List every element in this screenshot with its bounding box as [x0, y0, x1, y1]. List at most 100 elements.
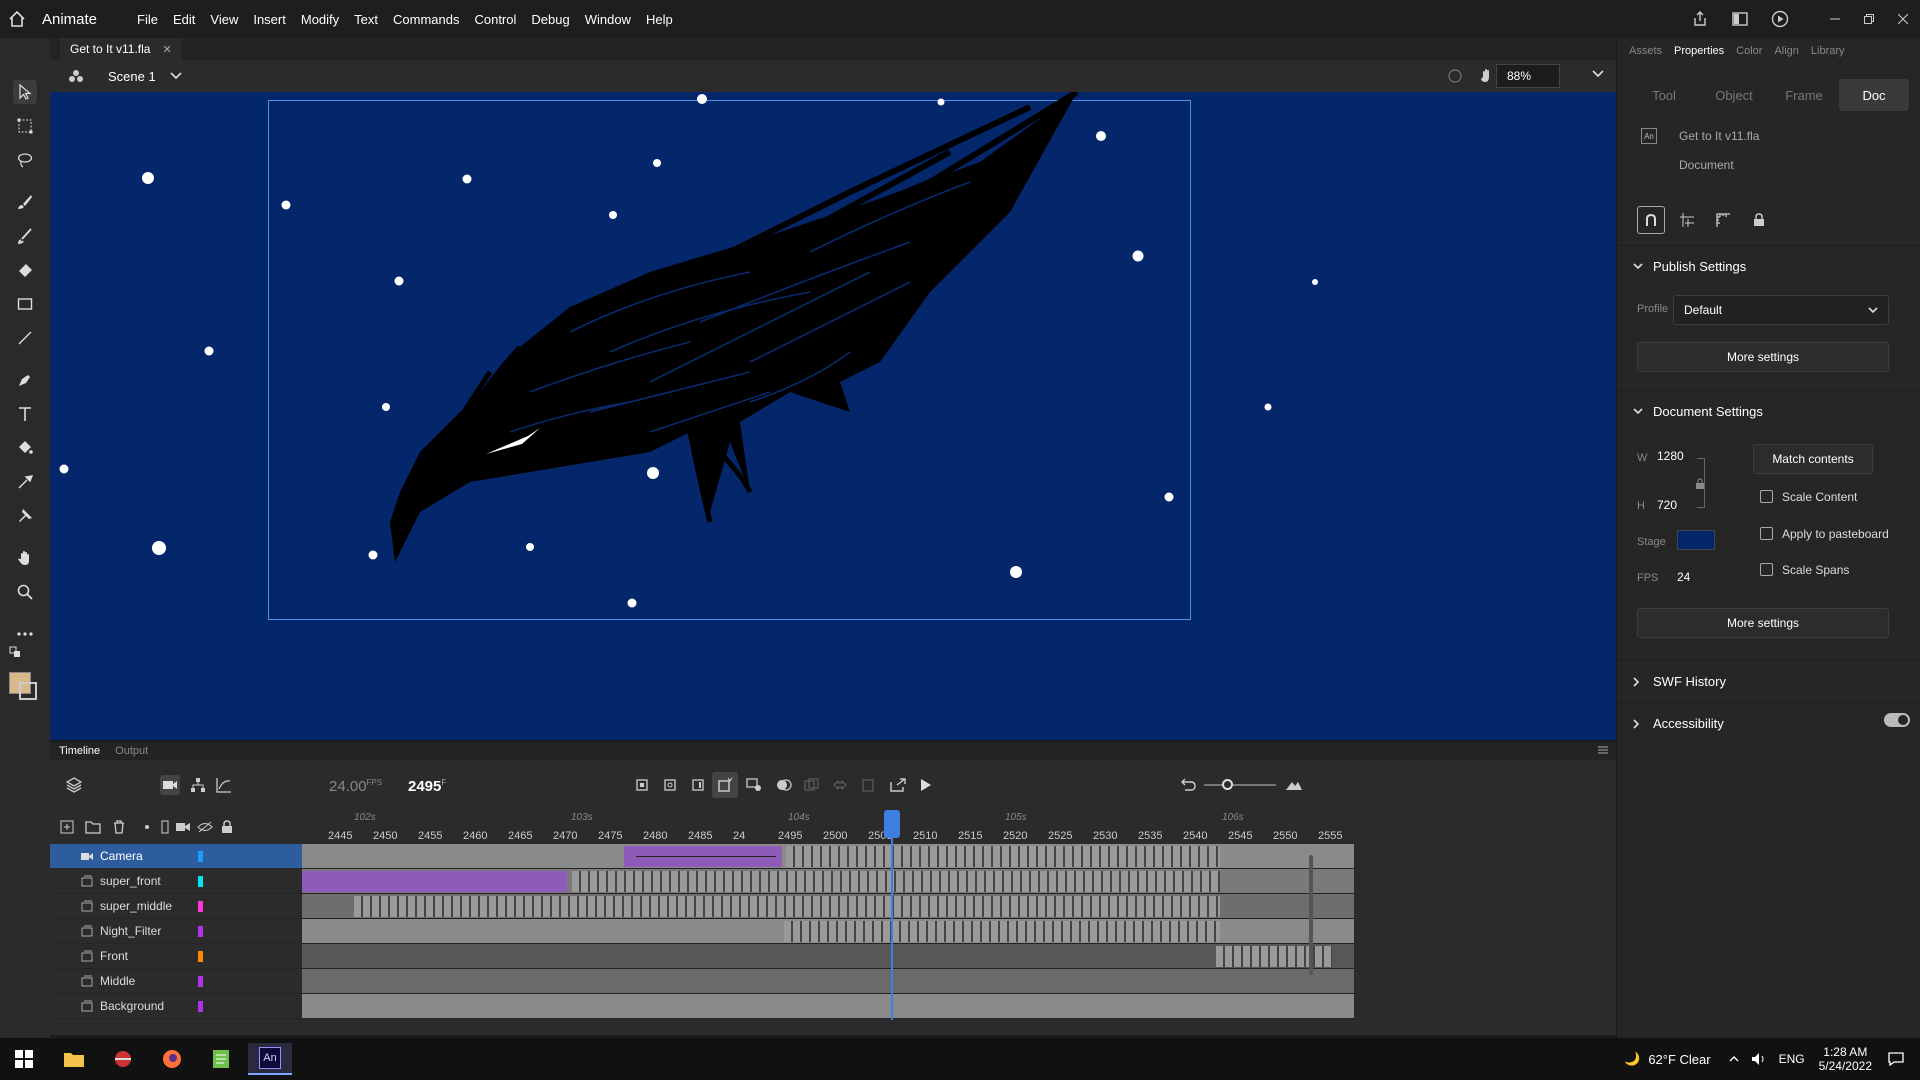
tab-properties[interactable]: Properties	[1674, 45, 1724, 57]
panel-menu-button[interactable]	[1598, 746, 1608, 754]
share-button[interactable]	[1680, 0, 1720, 38]
close-window-button[interactable]	[1886, 0, 1920, 38]
brush-tool[interactable]	[13, 224, 37, 248]
selection-tool[interactable]	[13, 80, 37, 104]
layer-background[interactable]: Background	[50, 994, 302, 1019]
create-tween-button[interactable]	[744, 775, 764, 795]
fit-timeline-button[interactable]	[1284, 775, 1304, 795]
outline-layers-toggle[interactable]	[156, 818, 174, 836]
paste-button[interactable]	[858, 775, 878, 795]
layer-color[interactable]	[198, 900, 203, 912]
line-tool[interactable]	[13, 326, 37, 350]
apply-pasteboard-checkbox[interactable]	[1760, 527, 1773, 540]
frames-background[interactable]	[302, 994, 1354, 1019]
delete-layer-button[interactable]	[110, 818, 128, 836]
clock[interactable]: 1:28 AM 5/24/2022	[1819, 1045, 1872, 1073]
highlight-layers-toggle[interactable]	[138, 818, 156, 836]
frame-span[interactable]	[1216, 946, 1332, 967]
start-button[interactable]	[2, 1043, 46, 1075]
reset-zoom-button[interactable]	[1178, 775, 1198, 795]
hide-all-layers-toggle[interactable]	[196, 818, 214, 836]
layer-color[interactable]	[198, 875, 203, 887]
scale-spans-checkbox[interactable]	[1760, 563, 1773, 576]
frames-night-filter[interactable]	[302, 919, 1354, 944]
new-folder-button[interactable]	[84, 818, 102, 836]
minimize-button[interactable]	[1818, 0, 1852, 38]
lock-guides-toggle[interactable]	[1745, 206, 1773, 234]
more-tools-button[interactable]	[13, 622, 37, 646]
accessibility-toggle[interactable]	[1884, 713, 1910, 727]
layer-color[interactable]	[198, 925, 203, 937]
menu-edit[interactable]: Edit	[173, 12, 195, 27]
document-more-settings-button[interactable]: More settings	[1637, 608, 1889, 638]
guides-toggle[interactable]	[1673, 206, 1701, 234]
pen-tool[interactable]	[13, 368, 37, 392]
menu-help[interactable]: Help	[646, 12, 673, 27]
layer-color[interactable]	[198, 950, 203, 962]
frames-super-front[interactable]	[302, 869, 1354, 894]
restore-button[interactable]	[1852, 0, 1886, 38]
fps-field[interactable]: 24	[1677, 570, 1690, 584]
tab-library[interactable]: Library	[1811, 45, 1845, 57]
timeline-zoom-slider[interactable]	[1204, 784, 1276, 786]
subtab-frame[interactable]: Frame	[1769, 79, 1839, 111]
scene-dropdown[interactable]	[170, 72, 182, 80]
clip-content-button[interactable]	[1446, 67, 1464, 85]
swf-history-header[interactable]: SWF History	[1617, 660, 1920, 702]
black-white-button[interactable]	[9, 646, 21, 658]
notepad-button[interactable]	[199, 1043, 243, 1075]
height-field[interactable]: 720	[1657, 498, 1677, 512]
rotate-stage-button[interactable]	[1478, 67, 1496, 85]
scale-content-checkbox[interactable]	[1760, 490, 1773, 503]
speaker-icon[interactable]	[1751, 1052, 1767, 1066]
subtab-object[interactable]: Object	[1699, 79, 1769, 111]
scene-name[interactable]: Scene 1	[108, 69, 156, 84]
subtab-doc[interactable]: Doc	[1839, 79, 1909, 111]
lasso-tool[interactable]	[13, 148, 37, 172]
playhead-handle[interactable]	[884, 810, 900, 838]
language-indicator[interactable]: ENG	[1779, 1052, 1805, 1066]
tween-span[interactable]	[302, 871, 567, 892]
text-tool[interactable]	[13, 402, 37, 426]
menu-commands[interactable]: Commands	[393, 12, 459, 27]
pin-tool[interactable]	[13, 504, 37, 528]
graph-editor-button[interactable]	[214, 775, 234, 795]
layer-color[interactable]	[198, 1000, 203, 1012]
rulers-toggle[interactable]	[1709, 206, 1737, 234]
layer-middle[interactable]: Middle	[50, 969, 302, 994]
zoom-field[interactable]: 88%	[1496, 64, 1560, 88]
menu-insert[interactable]: Insert	[253, 12, 286, 27]
current-frame-display[interactable]: 2495F	[408, 778, 446, 795]
timeline-zoom-thumb[interactable]	[1222, 779, 1233, 790]
layer-color[interactable]	[198, 850, 203, 862]
chevron-up-icon[interactable]	[1729, 1056, 1739, 1062]
hand-tool[interactable]	[13, 546, 37, 570]
insert-keyframe-button[interactable]	[632, 775, 652, 795]
profile-select[interactable]: Default	[1673, 295, 1889, 325]
loop-button[interactable]	[830, 775, 850, 795]
document-tab[interactable]: Get to It v11.fla ✕	[60, 38, 182, 60]
timeline-scrollbar[interactable]	[1309, 855, 1313, 975]
menu-text[interactable]: Text	[354, 12, 378, 27]
stage-pasteboard[interactable]	[50, 92, 1616, 740]
app-button[interactable]	[101, 1043, 145, 1075]
camera-toggle[interactable]	[160, 775, 180, 795]
match-contents-button[interactable]: Match contents	[1753, 444, 1873, 474]
layer-front[interactable]: Front	[50, 944, 302, 969]
eraser-tool[interactable]	[13, 258, 37, 282]
layer-camera[interactable]: Camera	[50, 844, 302, 869]
layer-color[interactable]	[198, 975, 203, 987]
publish-more-settings-button[interactable]: More settings	[1637, 342, 1889, 372]
menu-window[interactable]: Window	[585, 12, 631, 27]
publish-settings-header[interactable]: Publish Settings	[1617, 245, 1920, 287]
edit-symbols-button[interactable]	[64, 64, 88, 88]
frames-camera[interactable]	[302, 844, 1354, 869]
frames-super-middle[interactable]	[302, 894, 1354, 919]
eyedropper-tool[interactable]	[13, 470, 37, 494]
layer-super-front[interactable]: super_front	[50, 869, 302, 894]
document-settings-header[interactable]: Document Settings	[1617, 390, 1920, 432]
tab-output[interactable]: Output	[115, 745, 148, 757]
step-back-button[interactable]	[888, 775, 908, 795]
frame-span[interactable]	[354, 896, 1220, 917]
layer-parenting-button[interactable]	[188, 775, 208, 795]
